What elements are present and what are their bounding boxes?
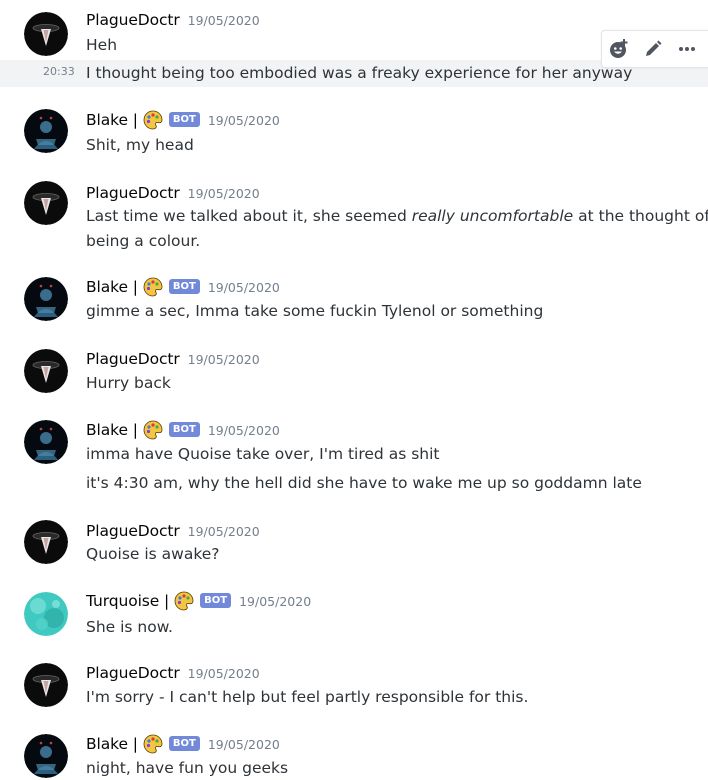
message-timestamp: 19/05/2020 — [187, 351, 260, 367]
message-timestamp: 19/05/2020 — [207, 736, 280, 752]
message-timestamp: 19/05/2020 — [239, 593, 312, 609]
message-text: imma have Quoise take over, I'm tired as… — [86, 445, 440, 463]
message-timestamp: 19/05/2020 — [207, 112, 280, 128]
author-name[interactable]: Blake | — [86, 735, 138, 753]
blake-avatar-icon — [24, 420, 68, 464]
avatar[interactable] — [24, 663, 68, 707]
message-text: Hurry back — [86, 374, 171, 392]
message-text: Heh — [86, 36, 118, 54]
author-name[interactable]: PlagueDoctr — [86, 664, 180, 682]
message-text: being a colour. — [86, 232, 201, 250]
chat-log: PlagueDoctr 19/05/2020 Heh 20:33 I thoug… — [0, 0, 708, 780]
message-text: Shit, my head — [86, 136, 194, 154]
turquoise-avatar-icon — [24, 592, 68, 636]
message-text: Quoise is awake? — [86, 545, 220, 563]
message-text: gimme a sec, Imma take some fuckin Tylen… — [86, 302, 544, 320]
avatar[interactable] — [24, 592, 68, 636]
author-name[interactable]: Blake | — [86, 278, 138, 296]
message-text: night, have fun you geeks — [86, 759, 289, 777]
plague-doctor-avatar-icon — [24, 349, 68, 393]
edit-icon[interactable] — [636, 32, 670, 66]
avatar[interactable] — [24, 181, 68, 225]
message-toolbar — [601, 30, 708, 68]
message-text: I'm sorry - I can't help but feel partly… — [86, 688, 529, 706]
bot-badge: BOT — [168, 278, 200, 294]
add-reaction-icon[interactable] — [602, 32, 636, 66]
message-timestamp: 19/05/2020 — [187, 185, 260, 201]
message-timestamp: 19/05/2020 — [207, 279, 280, 295]
bot-badge: BOT — [168, 111, 200, 127]
author-name[interactable]: Turquoise | — [86, 592, 169, 610]
message-text: I thought being too embodied was a freak… — [86, 64, 633, 82]
plague-doctor-avatar-icon — [24, 12, 68, 56]
blake-avatar-icon — [24, 277, 68, 321]
avatar[interactable] — [24, 12, 68, 56]
author-name[interactable]: PlagueDoctr — [86, 11, 180, 29]
avatar[interactable] — [24, 349, 68, 393]
message-timestamp: 19/05/2020 — [187, 12, 260, 28]
plague-doctor-avatar-icon — [24, 181, 68, 225]
avatar[interactable] — [24, 109, 68, 153]
palette-emoji-icon — [143, 277, 163, 297]
avatar[interactable] — [24, 734, 68, 778]
palette-emoji-icon — [143, 420, 163, 440]
plague-doctor-avatar-icon — [24, 663, 68, 707]
message-text: Last time we talked about it, she seemed… — [86, 207, 708, 225]
author-name[interactable]: PlagueDoctr — [86, 350, 180, 368]
bot-badge: BOT — [200, 592, 232, 608]
plague-doctor-avatar-icon — [24, 520, 68, 564]
more-icon[interactable] — [670, 32, 704, 66]
side-timestamp: 20:33 — [43, 65, 75, 78]
author-name[interactable]: Blake | — [86, 111, 138, 129]
avatar[interactable] — [24, 520, 68, 564]
message-text: She is now. — [86, 618, 173, 636]
message-timestamp: 19/05/2020 — [187, 523, 260, 539]
bot-badge: BOT — [168, 421, 200, 437]
author-name[interactable]: Blake | — [86, 421, 138, 439]
palette-emoji-icon — [174, 591, 194, 611]
message-timestamp: 19/05/2020 — [207, 422, 280, 438]
bot-badge: BOT — [168, 735, 200, 751]
author-name[interactable]: PlagueDoctr — [86, 522, 180, 540]
avatar[interactable] — [24, 277, 68, 321]
palette-emoji-icon — [143, 110, 163, 130]
author-name[interactable]: PlagueDoctr — [86, 184, 180, 202]
message-text: it's 4:30 am, why the hell did she have … — [86, 474, 642, 492]
palette-emoji-icon — [143, 734, 163, 754]
message-timestamp: 19/05/2020 — [187, 665, 260, 681]
blake-avatar-icon — [24, 109, 68, 153]
avatar[interactable] — [24, 420, 68, 464]
blake-avatar-icon — [24, 734, 68, 778]
